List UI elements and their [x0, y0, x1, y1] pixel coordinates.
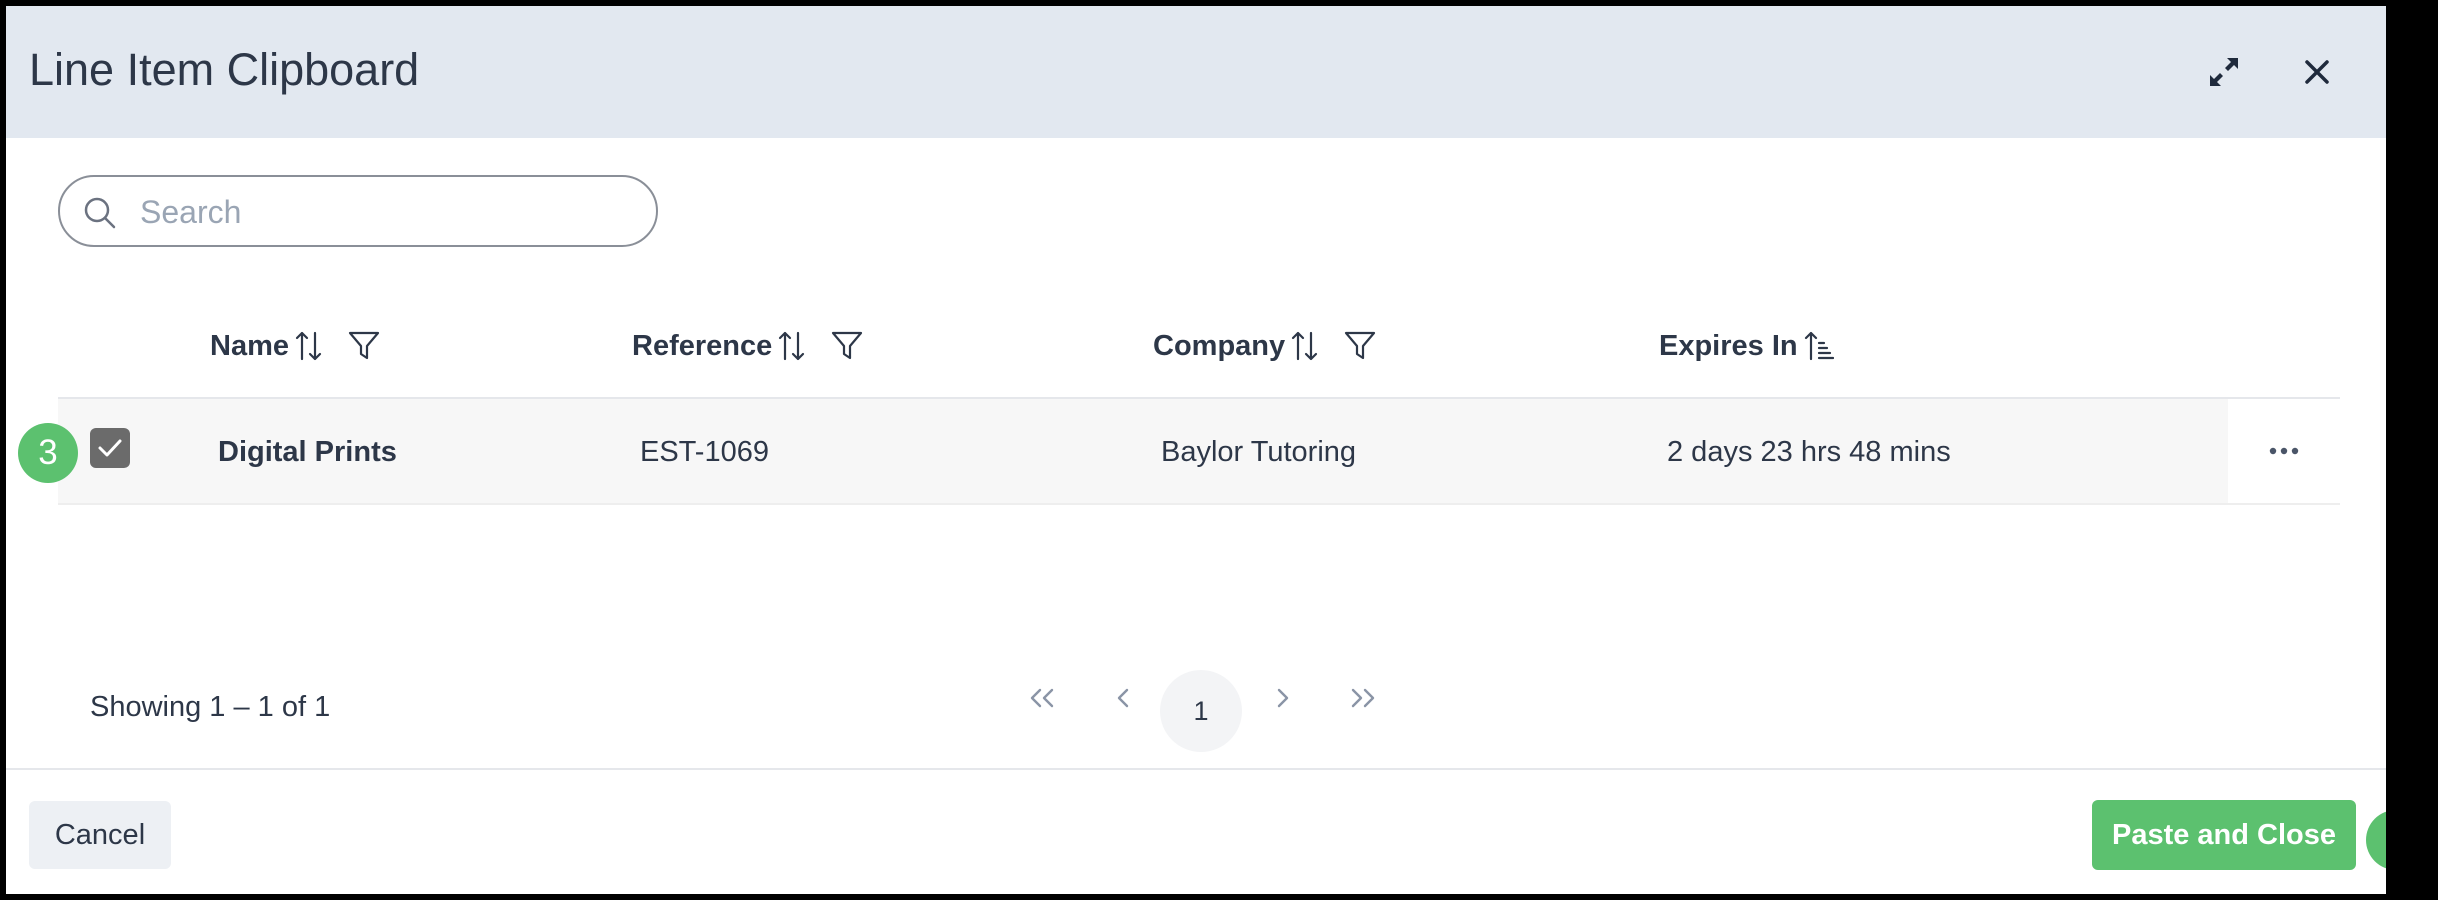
filter-icon[interactable] [1343, 330, 1377, 362]
sort-ascending-icon[interactable] [1804, 329, 1834, 363]
cell-name: Digital Prints [218, 436, 397, 468]
sort-up-down-icon[interactable] [295, 329, 323, 363]
chevron-right-icon [1277, 688, 1289, 708]
filter-icon[interactable] [347, 330, 381, 362]
step-badge-row: 3 [18, 423, 78, 483]
previous-page-button[interactable] [1101, 676, 1145, 720]
last-page-button[interactable] [1341, 676, 1385, 720]
column-header-label: Expires In [1659, 329, 1798, 362]
column-header-expires-in[interactable]: Expires In [1659, 324, 1834, 368]
cancel-button[interactable]: Cancel [29, 801, 171, 869]
row-actions-button[interactable] [2228, 399, 2340, 503]
page-button-current[interactable]: 1 [1160, 670, 1242, 752]
column-header-label: Company [1153, 329, 1286, 362]
column-header-label: Reference [632, 329, 773, 362]
column-header-company[interactable]: Company [1153, 324, 1377, 368]
search-box [58, 175, 658, 247]
row-checkbox[interactable] [90, 428, 130, 468]
search-input[interactable] [138, 187, 622, 237]
footer-divider [6, 768, 2386, 770]
double-chevron-left-icon [1030, 688, 1054, 708]
cell-company: Baylor Tutoring [1161, 436, 1357, 468]
pagination-summary: Showing 1 – 1 of 1 [90, 691, 331, 723]
more-horizontal-icon [2269, 447, 2299, 455]
cell-reference: EST-1069 [640, 436, 769, 468]
checkmark-icon [98, 439, 122, 457]
next-page-button[interactable] [1261, 676, 1305, 720]
line-item-clipboard-dialog: Line Item Clipboard Name Refere [6, 6, 2386, 894]
column-header-label: Name [210, 329, 289, 362]
sort-up-down-icon[interactable] [778, 329, 806, 363]
column-header-name[interactable]: Name [210, 324, 381, 368]
row-divider [58, 503, 2340, 505]
paste-and-close-button[interactable]: Paste and Close [2092, 800, 2356, 870]
close-button[interactable] [2295, 50, 2339, 94]
search-icon [84, 197, 116, 229]
filter-icon[interactable] [830, 330, 864, 362]
double-chevron-right-icon [1351, 688, 1375, 708]
column-header-reference[interactable]: Reference [632, 324, 864, 368]
chevron-left-icon [1117, 688, 1129, 708]
expand-button[interactable] [2202, 50, 2246, 94]
sort-up-down-icon[interactable] [1291, 329, 1319, 363]
step-badge-paste: 4 [2366, 810, 2386, 870]
expand-icon [2210, 58, 2238, 86]
dialog-title: Line Item Clipboard [29, 44, 420, 95]
dialog-header: Line Item Clipboard [6, 6, 2386, 138]
close-icon [2305, 60, 2329, 84]
cell-expires-in: 2 days 23 hrs 48 mins [1667, 436, 1951, 468]
first-page-button[interactable] [1020, 676, 1064, 720]
